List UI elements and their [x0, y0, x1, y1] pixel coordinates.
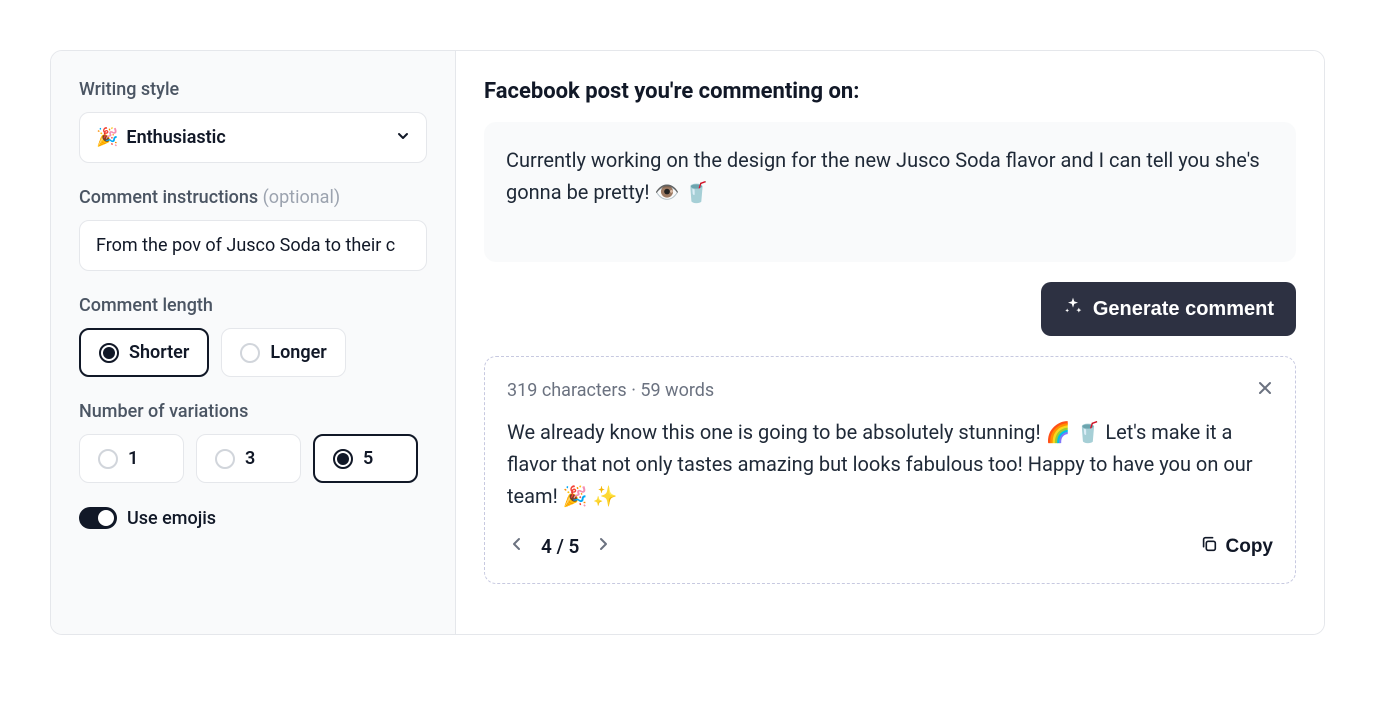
pager-position: 4 / 5 — [541, 535, 579, 558]
copy-label: Copy — [1226, 536, 1274, 558]
character-count: 319 characters · 59 words — [507, 380, 714, 401]
writing-style-value: Enthusiastic — [126, 127, 225, 148]
settings-panel: Writing style 🎉 Enthusiastic Comment ins… — [51, 51, 456, 634]
output-panel: Facebook post you're commenting on: Curr… — [456, 51, 1324, 634]
optional-text: (optional) — [263, 187, 340, 208]
length-longer-option[interactable]: Longer — [221, 328, 345, 377]
variations-label: Number of variations — [79, 401, 427, 422]
generate-label: Generate comment — [1093, 298, 1274, 321]
radio-icon — [333, 449, 353, 469]
app-container: Writing style 🎉 Enthusiastic Comment ins… — [50, 50, 1325, 635]
radio-icon — [98, 449, 118, 469]
result-pager: 4 / 5 — [507, 532, 613, 561]
radio-icon — [215, 449, 235, 469]
close-icon — [1257, 379, 1273, 401]
pager-next-button[interactable] — [593, 532, 613, 561]
emoji-toggle-row: Use emojis — [79, 507, 427, 529]
emoji-toggle[interactable] — [79, 507, 117, 529]
result-header: 319 characters · 59 words — [507, 379, 1273, 402]
result-footer: 4 / 5 Copy — [507, 532, 1273, 561]
comment-length-label: Comment length — [79, 295, 427, 316]
close-result-button[interactable] — [1257, 379, 1273, 402]
emoji-toggle-label: Use emojis — [127, 508, 216, 529]
instructions-input[interactable]: From the pov of Jusco Soda to their c — [79, 220, 427, 271]
chevron-left-icon — [511, 536, 523, 556]
variations-3-option[interactable]: 3 — [196, 434, 301, 483]
generate-row: Generate comment — [484, 282, 1296, 336]
writing-style-label: Writing style — [79, 79, 427, 100]
pager-prev-button[interactable] — [507, 532, 527, 561]
writing-style-select-wrap: 🎉 Enthusiastic — [79, 112, 427, 163]
sparkle-icon — [1063, 296, 1083, 322]
post-context-title: Facebook post you're commenting on: — [484, 79, 1296, 104]
length-shorter-option[interactable]: Shorter — [79, 328, 209, 377]
radio-icon — [99, 343, 119, 363]
result-text: We already know this one is going to be … — [507, 416, 1273, 512]
length-radio-group: Shorter Longer — [79, 328, 427, 377]
party-icon: 🎉 — [96, 127, 118, 148]
result-box: 319 characters · 59 words We already kno… — [484, 356, 1296, 584]
radio-icon — [240, 343, 260, 363]
variations-5-option[interactable]: 5 — [313, 434, 418, 483]
variations-1-option[interactable]: 1 — [79, 434, 184, 483]
variations-radio-group: 1 3 5 — [79, 434, 427, 483]
instructions-label: Comment instructions (optional) — [79, 187, 427, 208]
writing-style-select[interactable]: 🎉 Enthusiastic — [79, 112, 427, 163]
post-content-box[interactable]: Currently working on the design for the … — [484, 122, 1296, 262]
generate-comment-button[interactable]: Generate comment — [1041, 282, 1296, 336]
copy-icon — [1200, 535, 1218, 559]
chevron-right-icon — [597, 536, 609, 556]
copy-button[interactable]: Copy — [1200, 535, 1274, 559]
